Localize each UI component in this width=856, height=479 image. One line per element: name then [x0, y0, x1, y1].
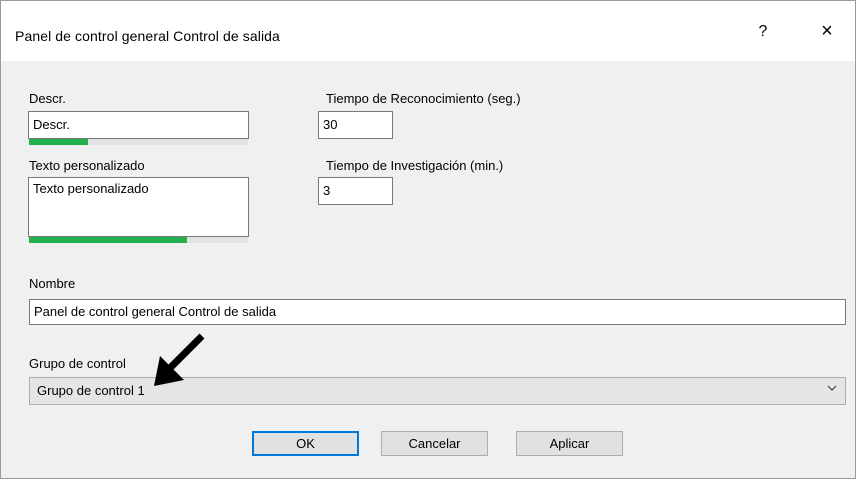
ack-time-label: Tiempo de Reconocimiento (seg.): [326, 91, 521, 106]
help-icon[interactable]: ?: [755, 23, 771, 41]
custom-text-textarea[interactable]: Texto personalizado: [28, 177, 249, 237]
cancel-button[interactable]: Cancelar: [381, 431, 488, 456]
window-title: Panel de control general Control de sali…: [15, 28, 280, 44]
custom-text-length-fill: [29, 237, 187, 243]
control-group-label: Grupo de control: [29, 356, 126, 371]
apply-button[interactable]: Aplicar: [516, 431, 623, 456]
custom-text-label: Texto personalizado: [29, 158, 145, 173]
title-bar: Panel de control general Control de sali…: [1, 1, 855, 61]
investigation-time-label: Tiempo de Investigación (min.): [326, 158, 504, 173]
name-label: Nombre: [29, 276, 76, 291]
custom-text-value: Texto personalizado: [33, 181, 149, 196]
descr-length-meter: [29, 139, 248, 145]
descr-label: Descr.: [29, 91, 66, 106]
pointer-arrow-icon: [154, 333, 205, 386]
investigation-time-value: 3: [323, 183, 331, 198]
ok-button[interactable]: OK: [252, 431, 359, 456]
dialog-window: Panel de control general Control de sali…: [0, 0, 856, 479]
descr-value: Descr.: [33, 117, 70, 132]
descr-input[interactable]: Descr.: [28, 111, 249, 139]
custom-text-length-meter: [29, 237, 248, 243]
name-input[interactable]: Panel de control general Control de sali…: [29, 299, 846, 325]
close-icon[interactable]: ×: [815, 20, 839, 43]
ack-time-input[interactable]: 30: [318, 111, 393, 139]
investigation-time-input[interactable]: 3: [318, 177, 393, 205]
name-value: Panel de control general Control de sali…: [34, 304, 277, 319]
ack-time-value: 30: [323, 117, 338, 132]
chevron-down-icon: [827, 385, 837, 391]
descr-length-fill: [29, 139, 89, 145]
control-group-value: Grupo de control 1: [37, 383, 145, 398]
